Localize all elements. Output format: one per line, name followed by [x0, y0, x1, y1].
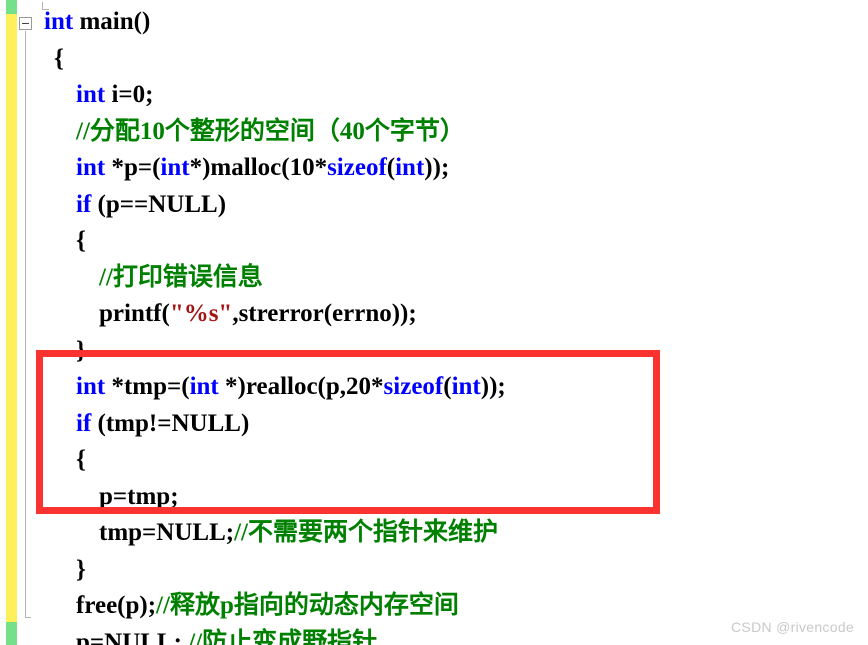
code-line[interactable]: if (tmp!=NULL) [44, 406, 868, 443]
code-line[interactable]: int *p=(int*)malloc(10*sizeof(int)); [44, 150, 868, 187]
code-line[interactable]: int *tmp=(int *)realloc(p,20*sizeof(int)… [44, 369, 868, 406]
gutter-change-bar-saved [6, 0, 17, 14]
code-token-kw: int [76, 154, 106, 181]
change-tracking-gutter [6, 0, 17, 645]
code-token-pl: } [76, 336, 86, 364]
code-editor-screenshot: int main() { int i=0; //分配10个整形的空间（40个字节） in… [0, 0, 868, 645]
code-token-pl: (tmp!=NULL) [91, 409, 250, 437]
gutter-change-bar-unsaved [6, 14, 17, 622]
code-token-cmt: //不需要两个指针来维护 [234, 519, 498, 546]
code-token-cmt: //打印错误信息 [99, 263, 263, 291]
code-token-pl: *)realloc(p,20* [218, 373, 384, 400]
code-token-kw: int [189, 373, 219, 400]
code-token-pl: main() [73, 8, 151, 35]
code-token-pl: ( [386, 154, 396, 181]
code-line[interactable]: //打印错误信息 [44, 260, 868, 297]
code-token-str: "%s" [169, 300, 233, 327]
code-line[interactable]: tmp=NULL;//不需要两个指针来维护 [44, 515, 868, 552]
code-token-pl: ,strerror(errno)); [232, 300, 417, 327]
code-line[interactable]: //分配10个整形的空间（40个字节） [44, 114, 868, 151]
gutter-change-bar-saved [6, 622, 17, 645]
code-token-pl: } [76, 555, 86, 583]
code-token-pl: { [76, 446, 86, 473]
code-line[interactable]: } [44, 552, 868, 589]
code-token-pl: i=0; [105, 81, 154, 108]
folding-margin [17, 0, 49, 645]
code-line[interactable]: int main() [44, 4, 868, 41]
code-token-pl: printf( [99, 300, 170, 327]
code-token-pl: tmp=NULL; [99, 519, 235, 546]
code-token-pl: )); [424, 154, 450, 181]
code-line[interactable]: { [44, 442, 868, 479]
code-line[interactable]: p=tmp; [44, 479, 868, 516]
code-token-kw: int [451, 373, 481, 400]
code-token-pl: { [76, 227, 86, 254]
code-token-cmt: //释放p指向的动态内存空间 [156, 592, 459, 619]
code-token-kw: if [76, 409, 92, 437]
code-line[interactable]: if (p==NULL) [44, 187, 868, 224]
code-token-pl: *p=( [105, 154, 161, 181]
code-token-pl: p=NULL; [76, 628, 189, 645]
code-token-kw: if [76, 190, 92, 218]
code-token-pl: *)malloc(10* [189, 154, 328, 181]
code-token-kw: int [160, 154, 190, 181]
code-token-pl: free(p); [76, 592, 157, 619]
code-token-kw: sizeof [383, 373, 444, 400]
code-token-pl: p=tmp; [99, 482, 179, 510]
code-token-pl: { [54, 44, 64, 72]
csdn-watermark: CSDN @rivencode [731, 619, 854, 635]
code-token-kw: int [76, 373, 106, 400]
code-text-area[interactable]: int main() { int i=0; //分配10个整形的空间（40个字节） in… [44, 4, 868, 645]
code-token-kw: int [76, 81, 106, 108]
collapse-minus-icon[interactable] [19, 17, 32, 30]
code-token-kw: sizeof [327, 154, 387, 181]
code-line[interactable]: { [44, 223, 868, 260]
code-token-cmt: //防止变成野指针 [188, 628, 378, 645]
code-line[interactable]: printf("%s",strerror(errno)); [44, 296, 868, 333]
code-token-pl: (p==NULL) [91, 190, 227, 218]
code-token-kw: int [44, 8, 74, 35]
code-token-pl: *tmp=( [105, 373, 190, 400]
code-token-cmt: //分配10个整形的空间（40个字节） [76, 117, 465, 145]
code-token-kw: int [395, 154, 425, 181]
fold-bracket-line [25, 31, 31, 618]
code-line[interactable]: } [44, 333, 868, 370]
code-line[interactable]: { [44, 41, 868, 78]
code-token-pl: )); [480, 373, 506, 400]
code-token-pl: ( [443, 373, 452, 400]
code-line[interactable]: int i=0; [44, 77, 868, 114]
